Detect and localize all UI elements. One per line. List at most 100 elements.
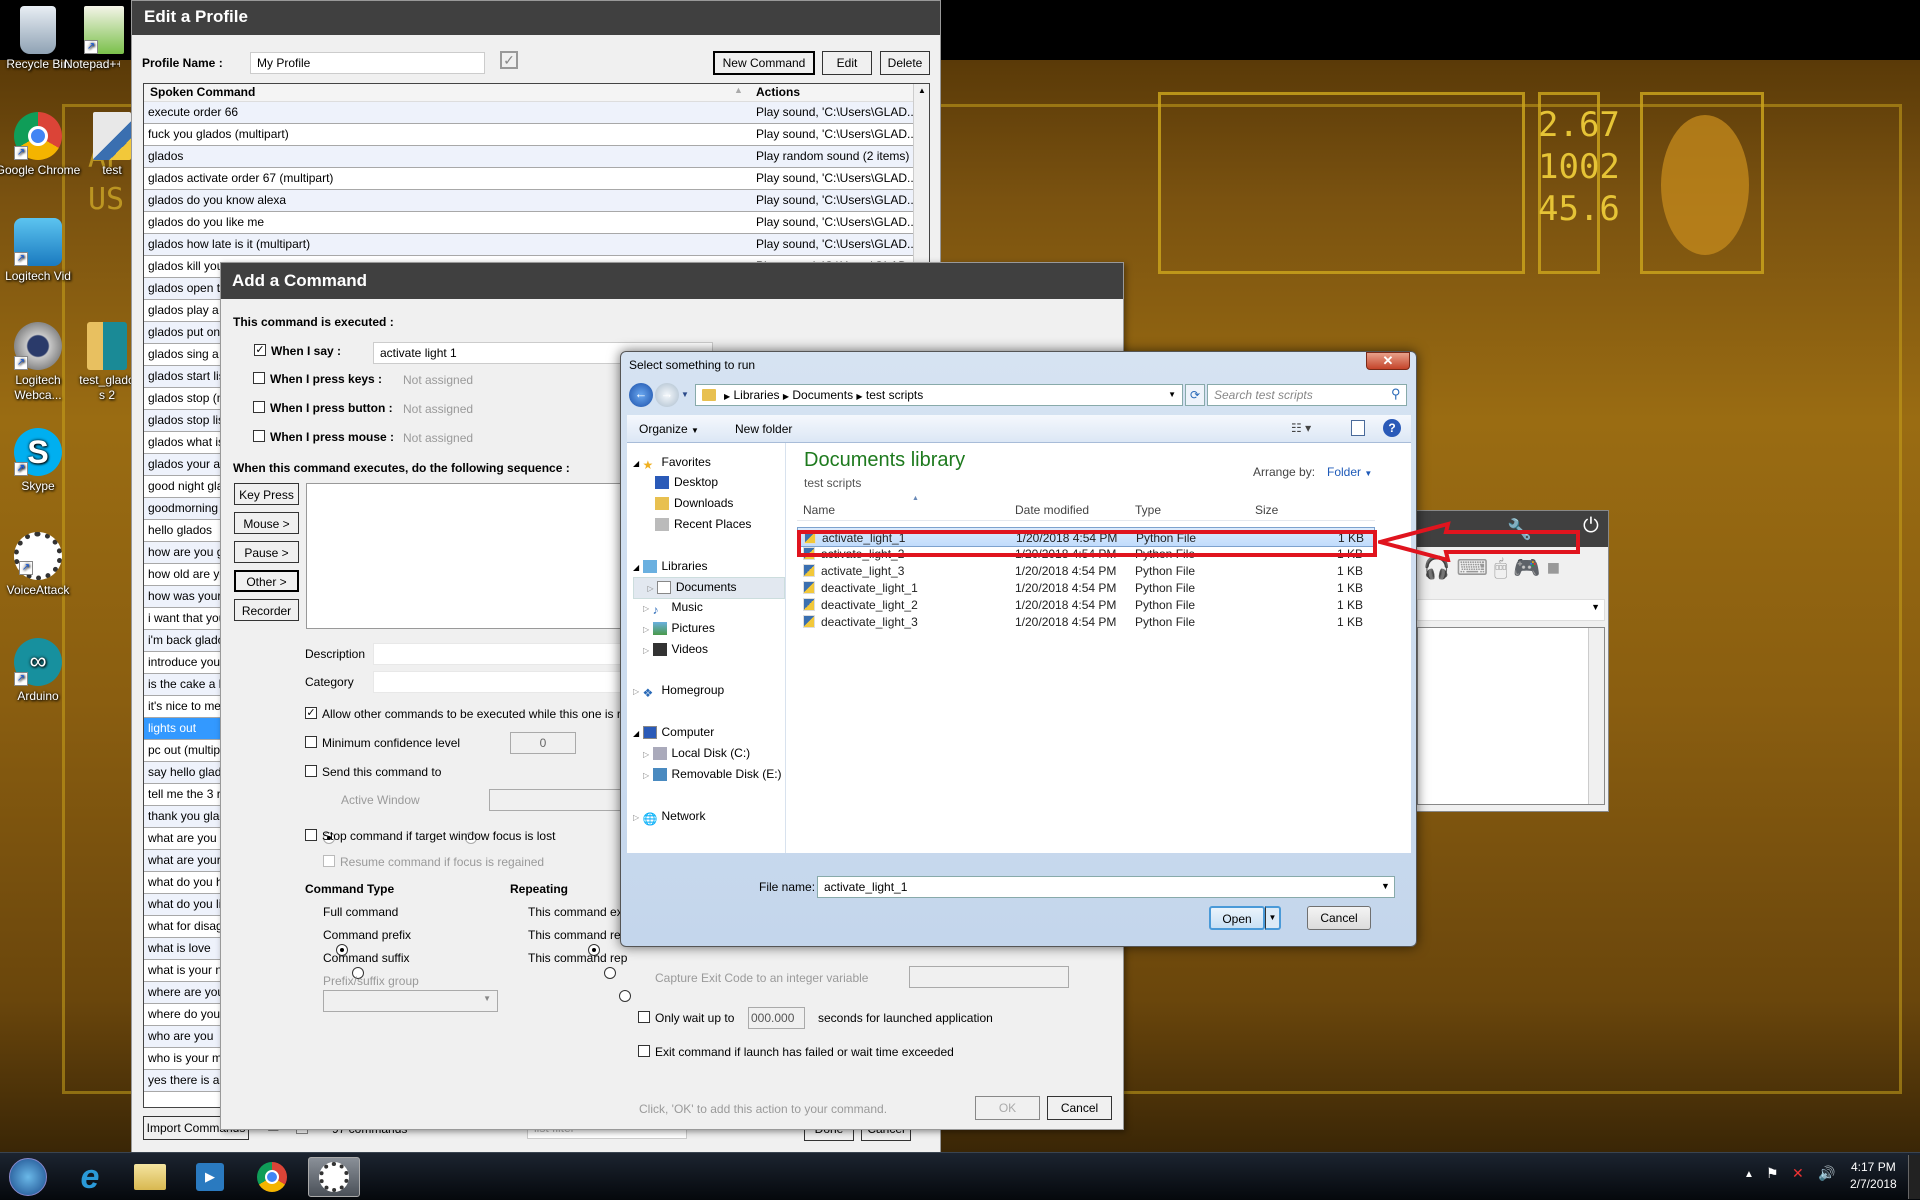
taskbar-chrome[interactable] [246,1157,298,1197]
column-date[interactable]: Date modified [1015,503,1089,517]
table-row[interactable]: glados do you like me Play sound, 'C:\Use… [144,212,914,234]
desktop-icon-arduino[interactable]: ∞ ↗ Arduino [0,638,82,704]
back-arrow-icon[interactable]: ← [629,383,653,407]
min-confidence-checkbox[interactable] [305,736,317,748]
checkmark-icon[interactable]: ✓ [500,51,518,69]
repeat-continuous-radio[interactable] [603,966,616,979]
capture-exit-input[interactable] [909,966,1069,988]
press-mouse-value[interactable]: Not assigned [403,431,473,445]
show-desktop-button[interactable] [1908,1155,1920,1199]
wait-seconds-input[interactable]: 000.000 [748,1007,805,1029]
tree-removable-disk[interactable]: ▷ Removable Disk (E:) [643,765,782,785]
column-name[interactable]: Name [803,503,835,517]
file-name-dropdown-icon[interactable]: ▼ [1381,881,1390,891]
tree-favorites[interactable]: ◢ ★ Favorites [633,453,711,473]
file-row[interactable]: deactivate_light_3 1/20/2018 4:54 PM Pytho… [797,612,1375,632]
press-keys-checkbox[interactable] [253,372,265,384]
profile-name-input[interactable]: My Profile [250,52,485,74]
press-mouse-checkbox[interactable] [253,430,265,442]
column-actions[interactable]: Actions [756,85,800,99]
open-button[interactable]: Open [1209,906,1265,930]
taskbar-media-player[interactable]: ▶ [184,1157,236,1197]
pause-button[interactable]: Pause > [234,541,299,563]
show-hidden-icons[interactable]: ▲ [1744,1169,1754,1180]
close-button[interactable]: ✕ [1366,352,1410,370]
repeat-times-radio[interactable] [619,989,632,1002]
taskbar-voiceattack[interactable] [308,1157,360,1197]
tree-network[interactable]: ▷ 🌐 Network [633,807,706,827]
exit-command-checkbox[interactable] [638,1045,650,1057]
view-options-icon[interactable]: ☷ ▾ [1291,421,1311,435]
mouse-button[interactable]: Mouse > [234,512,299,534]
ok-button[interactable]: OK [975,1096,1040,1120]
column-type[interactable]: Type [1135,503,1161,517]
table-row[interactable]: glados do you know alexa Play sound, 'C:\… [144,190,914,212]
when-say-checkbox[interactable]: ✓ [254,344,266,356]
press-button-value[interactable]: Not assigned [403,402,473,416]
file-cancel-button[interactable]: Cancel [1307,906,1371,930]
breadcrumb-documents[interactable]: Documents [792,388,853,402]
profile-select[interactable]: ▼ [1417,599,1605,621]
only-wait-checkbox[interactable] [638,1011,650,1023]
prefix-group-select[interactable]: ▼ [323,990,498,1012]
tree-videos[interactable]: ▷ Videos [643,640,708,660]
arrange-by-select[interactable]: Folder ▼ [1327,465,1372,479]
key-press-button[interactable]: Key Press [234,483,299,505]
tree-libraries[interactable]: ◢ Libraries [633,557,708,577]
tree-desktop[interactable]: Desktop [655,473,718,491]
tree-music[interactable]: ▷ ♪ Music [643,598,703,618]
taskbar-file-explorer[interactable] [124,1157,176,1197]
preview-pane-icon[interactable] [1351,420,1365,436]
desktop-icon-skype[interactable]: S ↗ Skype [0,428,82,494]
table-row[interactable]: glados activate order 67 (multipart) Play… [144,168,914,190]
breadcrumb-test-scripts[interactable]: test scripts [866,388,923,402]
recorder-button[interactable]: Recorder [234,599,299,621]
send-to-checkbox[interactable] [305,765,317,777]
tree-pictures[interactable]: ▷ Pictures [643,619,715,639]
window-name-input[interactable] [489,789,639,811]
clock[interactable]: 4:17 PM 2/7/2018 [1850,1159,1897,1193]
table-row[interactable]: glados how late is it (multipart) Play so… [144,234,914,256]
network-disconnected-icon[interactable]: ✕ [1792,1165,1804,1182]
recent-pages-icon[interactable]: ▼ [681,390,689,399]
tree-homegroup[interactable]: ▷ ❖ Homegroup [633,681,724,701]
delete-button[interactable]: Delete [880,51,930,75]
scroll-up-icon[interactable]: ▲ [918,86,926,95]
tree-downloads[interactable]: Downloads [655,494,733,512]
refresh-icon[interactable]: ⟳ [1185,384,1205,406]
press-keys-value[interactable]: Not assigned [403,373,473,387]
tree-documents[interactable]: ▷ Documents [633,577,785,599]
column-size[interactable]: Size [1255,503,1278,517]
desktop-icon-logitech-vid[interactable]: ↗ Logitech Vid [0,218,82,284]
help-icon[interactable]: ? [1383,419,1401,437]
table-row[interactable]: fuck you glados (multipart) Play sound, '… [144,124,914,146]
category-input[interactable] [373,671,633,693]
address-dropdown-icon[interactable]: ▼ [1168,385,1176,405]
launch-cancel-button[interactable]: Cancel [1047,1096,1112,1120]
tree-computer[interactable]: ◢ Computer [633,723,714,743]
organize-button[interactable]: Organize ▼ [639,422,699,436]
other-button[interactable]: Other > [234,570,299,592]
tree-local-disk[interactable]: ▷ Local Disk (C:) [643,744,750,764]
search-input[interactable]: Search test scripts [1207,384,1407,406]
open-dropdown-icon[interactable]: ▼ [1265,906,1281,930]
action-center-icon[interactable]: ⚑ [1766,1165,1779,1182]
new-command-button[interactable]: New Command [713,51,815,75]
min-confidence-stepper[interactable]: 0 [510,732,576,754]
log-scrollbar[interactable] [1588,628,1604,804]
desktop-icon-voiceattack[interactable]: ↗ VoiceAttack [0,532,82,598]
volume-icon[interactable]: 🔊 [1818,1165,1835,1182]
resume-focus-checkbox[interactable] [323,855,335,867]
tree-recent-places[interactable]: Recent Places [655,515,751,533]
address-bar[interactable]: ▶ Libraries ▶ Documents ▶ test scripts ▼ [695,384,1183,406]
table-row[interactable]: execute order 66 Play sound, 'C:\Users\GL… [144,102,914,124]
start-button[interactable] [2,1157,54,1197]
table-row[interactable]: glados Play random sound (2 items) [144,146,914,168]
column-spoken-command[interactable]: Spoken Command [150,85,255,99]
description-input[interactable] [373,643,633,665]
new-folder-button[interactable]: New folder [735,422,792,436]
edit-button[interactable]: Edit [822,51,872,75]
file-name-input[interactable]: activate_light_1 [817,876,1395,898]
forward-arrow-icon[interactable]: → [655,383,679,407]
taskbar-internet-explorer[interactable]: e [64,1157,116,1197]
